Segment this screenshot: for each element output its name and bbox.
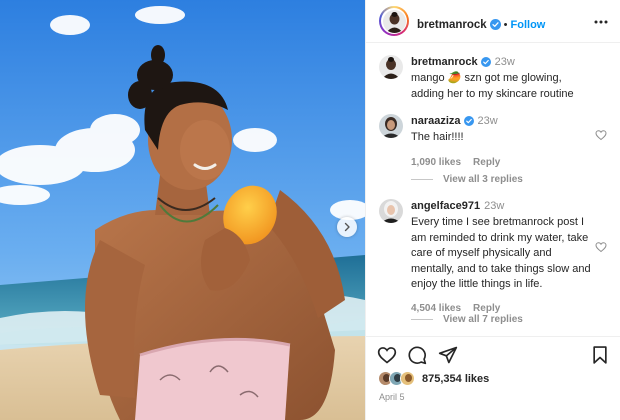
post-date[interactable]: April 5 [379, 392, 405, 402]
comment-username[interactable]: naraaziza [411, 115, 461, 127]
view-replies-button[interactable]: View all 7 replies [411, 314, 523, 325]
view-replies-label: View all 7 replies [443, 314, 523, 325]
follow-button[interactable]: Follow [511, 19, 546, 31]
comment-username[interactable]: angelface971 [411, 200, 480, 212]
post-caption: bretmanrock 23w mango 🥭 szn got me glowin… [366, 52, 620, 102]
likes-count[interactable]: 875,354 likes [422, 373, 489, 385]
reply-button[interactable]: Reply [473, 303, 500, 314]
post-header: bretmanrock • Follow [366, 0, 620, 43]
caption-username[interactable]: bretmanrock [411, 56, 478, 68]
heart-icon[interactable] [377, 345, 397, 365]
next-photo-button[interactable] [337, 217, 357, 237]
comment-likes[interactable]: 1,090 likes [411, 157, 461, 168]
view-replies-button[interactable]: View all 3 replies [411, 174, 523, 185]
reply-button[interactable]: Reply [473, 157, 500, 168]
header-separator: • [503, 19, 508, 31]
caption-timestamp: 23w [494, 56, 515, 68]
verified-badge-icon [463, 116, 474, 126]
replies-divider [411, 318, 433, 320]
avatar [382, 9, 406, 33]
comment-text: Every time I see bretmanrock post I am r… [411, 216, 591, 291]
avatar[interactable] [379, 199, 403, 223]
avatar[interactable] [379, 114, 403, 138]
comment-timestamp: 23w [477, 115, 498, 127]
post-photo [0, 0, 365, 420]
verified-badge-icon [480, 57, 491, 67]
post-side-panel: bretmanrock • Follow bretmanrock 23w mango … [365, 0, 620, 420]
share-icon[interactable] [438, 345, 458, 365]
comment-item: angelface971 23w Every time I see bretman… [366, 196, 620, 314]
replies-divider [411, 178, 433, 180]
post-media[interactable] [0, 0, 365, 420]
chevron-right-icon [344, 222, 350, 232]
bookmark-icon[interactable] [590, 345, 610, 365]
comment-body: naraaziza 23w The hair!!!! 1,090 likes Rep… [411, 114, 594, 170]
view-replies-label: View all 3 replies [443, 174, 523, 185]
author-avatar-ring[interactable] [379, 6, 409, 36]
comment-likes[interactable]: 4,504 likes [411, 303, 461, 314]
comment-text: The hair!!!! [411, 131, 464, 144]
post-actions: 875,354 likes April 5 [366, 336, 620, 420]
comment-body: angelface971 23w Every time I see bretman… [411, 199, 594, 317]
heart-icon[interactable] [595, 241, 607, 253]
avatar[interactable] [379, 55, 403, 79]
author-username[interactable]: bretmanrock [417, 19, 487, 31]
caption-text: mango 🥭 szn got me glowing, adding her t… [411, 72, 574, 100]
more-options-icon[interactable] [594, 16, 608, 28]
heart-icon[interactable] [595, 129, 607, 141]
header-identity: bretmanrock • Follow [417, 15, 545, 33]
comment-item: naraaziza 23w The hair!!!! 1,090 likes Rep… [366, 111, 620, 171]
comment-meta: 1,090 likes Reply [411, 155, 594, 170]
comment-icon[interactable] [407, 345, 427, 365]
caption-body: bretmanrock 23w mango 🥭 szn got me glowin… [411, 55, 594, 102]
verified-badge-icon [489, 19, 501, 30]
avatar [400, 371, 415, 386]
comment-timestamp: 23w [484, 200, 505, 212]
